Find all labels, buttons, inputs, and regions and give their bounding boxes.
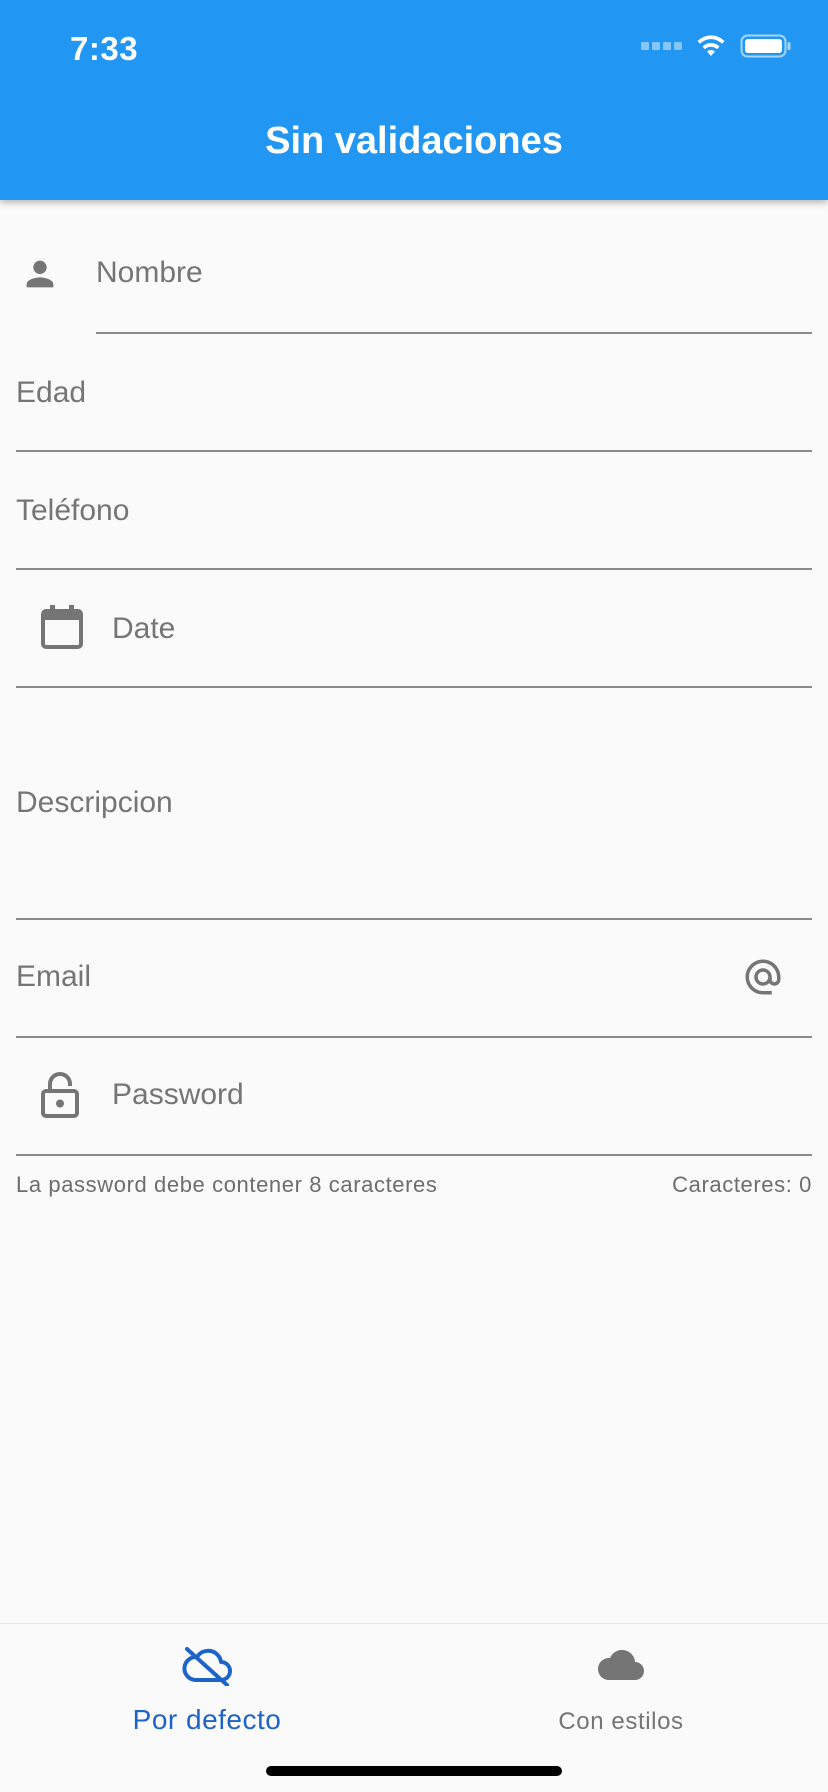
password-label: Password	[112, 1078, 244, 1111]
password-character-counter: Caracteres: 0	[672, 1172, 812, 1197]
cloud-icon	[596, 1648, 646, 1687]
nombre-field[interactable]: Nombre	[96, 250, 812, 336]
nav-label-con-estilos: Con estilos	[558, 1708, 684, 1735]
battery-icon	[740, 34, 791, 58]
edad-underline	[16, 450, 812, 452]
status-icons	[641, 34, 792, 58]
person-icon	[20, 254, 60, 299]
email-field[interactable]: Email	[16, 952, 812, 1038]
telefono-underline	[16, 568, 812, 570]
nombre-underline	[96, 332, 812, 334]
cellular-signal-icon	[641, 42, 682, 50]
descripcion-underline	[16, 918, 812, 920]
calendar-icon	[40, 604, 84, 658]
cloud-off-icon	[181, 1646, 233, 1691]
status-time: 7:33	[70, 30, 139, 67]
nombre-label: Nombre	[96, 256, 203, 289]
home-indicator	[266, 1766, 562, 1776]
nav-item-por-defecto[interactable]: Por defecto	[0, 1624, 414, 1754]
password-underline	[16, 1154, 812, 1156]
screen: 7:33 Sin validaciones Nombre Edad Teléfo…	[0, 0, 828, 1792]
descripcion-field[interactable]: Descripcion	[16, 778, 812, 922]
wifi-icon	[697, 35, 725, 56]
email-underline	[16, 1036, 812, 1038]
date-field[interactable]: Date	[16, 604, 812, 690]
lock-icon	[40, 1072, 80, 1126]
edad-label: Edad	[16, 376, 87, 409]
nav-item-con-estilos[interactable]: Con estilos	[414, 1624, 828, 1754]
edad-field[interactable]: Edad	[16, 370, 812, 454]
password-helper-text: La password debe contener 8 caracteres	[16, 1172, 438, 1197]
app-bar: 7:33 Sin validaciones	[0, 0, 828, 200]
date-underline	[16, 686, 812, 688]
email-label: Email	[16, 960, 92, 993]
nav-label-por-defecto: Por defecto	[132, 1704, 282, 1735]
page-title: Sin validaciones	[265, 120, 563, 162]
descripcion-label: Descripcion	[16, 786, 173, 819]
telefono-label: Teléfono	[16, 494, 130, 527]
date-label: Date	[112, 612, 176, 645]
password-field[interactable]: Password	[16, 1070, 812, 1156]
at-icon	[742, 956, 784, 1006]
telefono-field[interactable]: Teléfono	[16, 488, 812, 572]
